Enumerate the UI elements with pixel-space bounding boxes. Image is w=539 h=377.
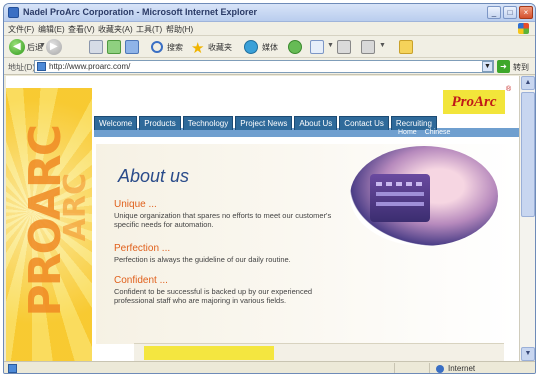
address-input[interactable]: [34, 60, 494, 73]
menu-edit[interactable]: 编辑(E): [38, 24, 65, 35]
back-arrow-icon: ◀: [13, 41, 21, 52]
menu-bar: 文件(F) 编辑(E) 查看(V) 收藏夹(A) 工具(T) 帮助(H): [4, 22, 535, 36]
address-bar: 地址(D) ▼ ➜ 转到: [4, 58, 535, 75]
nav-tab-about-us[interactable]: About Us: [294, 116, 338, 130]
page-title: About us: [118, 166, 190, 186]
section-heading-confident: Confident ...: [114, 275, 168, 286]
status-divider: [394, 363, 395, 373]
windows-logo-icon: [518, 23, 529, 34]
menu-view[interactable]: 查看(V): [68, 24, 95, 35]
nav-tabs: Welcome Products Technology Project News…: [94, 116, 437, 130]
media-icon[interactable]: [244, 40, 258, 54]
menu-file[interactable]: 文件(F): [8, 24, 34, 35]
section-body-perfection: Perfection is always the guideline of ou…: [114, 255, 291, 264]
forward-button[interactable]: ▶: [46, 39, 62, 55]
nav-tab-recruiting[interactable]: Recruiting: [390, 116, 437, 130]
favorites-label[interactable]: 收藏夹: [208, 42, 232, 53]
go-arrow-icon[interactable]: ➜: [497, 60, 510, 73]
sub-links: Home Chinese: [398, 129, 450, 136]
footer-yellow-bar: [144, 346, 274, 360]
window-title: Nadel ProArc Corporation - Microsoft Int…: [23, 7, 258, 17]
section-body-unique: Unique organization that spares no effor…: [114, 211, 332, 229]
sidebar-word-secondary: ARC: [58, 173, 92, 242]
media-label[interactable]: 媒体: [262, 42, 278, 53]
mail-dropdown-icon[interactable]: ▼: [327, 42, 334, 49]
nav-tab-contact-us[interactable]: Contact Us: [339, 116, 389, 130]
edit-dropdown-icon[interactable]: ▼: [379, 42, 386, 49]
status-divider: [429, 363, 430, 373]
nav-tab-products[interactable]: Products: [139, 116, 181, 130]
section-body-confident: Confident to be successful is backed up …: [114, 287, 313, 305]
sidebar-decoration: PROARC ARC: [6, 88, 92, 361]
web-viewport: PROARC ARC ProArc ® Welcome Products Tec…: [6, 76, 519, 361]
menu-favorites[interactable]: 收藏夹(A): [98, 24, 133, 35]
refresh-icon[interactable]: [107, 40, 121, 54]
nav-tab-project-news[interactable]: Project News: [235, 116, 293, 130]
go-button[interactable]: 转到: [513, 62, 529, 73]
menu-help[interactable]: 帮助(H): [166, 24, 193, 35]
page-icon: [37, 62, 46, 71]
nav-tab-technology[interactable]: Technology: [182, 116, 234, 130]
scroll-up-icon[interactable]: ▲: [521, 76, 535, 90]
mail-icon[interactable]: [310, 40, 324, 54]
chinese-link[interactable]: Chinese: [425, 129, 451, 136]
address-dropdown-icon[interactable]: ▼: [482, 61, 493, 72]
toolbar: ◀ 后退 ▼ ▶ 搜索 ★ 收藏夹 媒体 ▼ ▼: [4, 36, 535, 58]
status-page-icon: [8, 364, 17, 373]
address-label: 地址(D): [8, 63, 36, 72]
registered-mark: ®: [506, 86, 512, 93]
home-icon[interactable]: [125, 40, 139, 54]
proarc-logo[interactable]: ProArc: [443, 90, 505, 114]
back-dropdown-icon[interactable]: ▼: [39, 42, 46, 49]
section-heading-unique: Unique ...: [114, 199, 157, 210]
browser-window: Nadel ProArc Corporation - Microsoft Int…: [3, 3, 536, 374]
scroll-down-icon[interactable]: ▼: [521, 347, 535, 361]
edit-icon[interactable]: [361, 40, 375, 54]
vertical-scrollbar[interactable]: ▲ ▼: [519, 76, 535, 361]
zone-label: Internet: [448, 364, 476, 373]
internet-zone-icon: [436, 365, 444, 373]
nav-tab-welcome[interactable]: Welcome: [94, 116, 138, 130]
stop-icon[interactable]: [89, 40, 103, 54]
ie-app-icon: [8, 7, 19, 18]
search-icon[interactable]: [151, 41, 163, 53]
maximize-button[interactable]: □: [503, 6, 517, 19]
favorites-star-icon[interactable]: ★: [191, 39, 204, 57]
history-icon[interactable]: [288, 40, 302, 54]
print-icon[interactable]: [337, 40, 351, 54]
forward-arrow-icon: ▶: [50, 41, 58, 52]
building-image: [370, 174, 430, 222]
scroll-thumb[interactable]: [521, 92, 535, 217]
section-heading-perfection: Perfection ...: [114, 243, 171, 254]
search-label[interactable]: 搜索: [167, 42, 183, 53]
building-photo: [350, 146, 498, 246]
title-bar: Nadel ProArc Corporation - Microsoft Int…: [4, 4, 535, 22]
folder-icon[interactable]: [399, 40, 413, 54]
minimize-button[interactable]: _: [487, 6, 501, 19]
back-button[interactable]: ◀: [9, 39, 25, 55]
menu-tools[interactable]: 工具(T): [136, 24, 162, 35]
home-link[interactable]: Home: [398, 129, 417, 136]
close-button[interactable]: ×: [519, 6, 533, 19]
status-bar: Internet: [4, 361, 535, 373]
